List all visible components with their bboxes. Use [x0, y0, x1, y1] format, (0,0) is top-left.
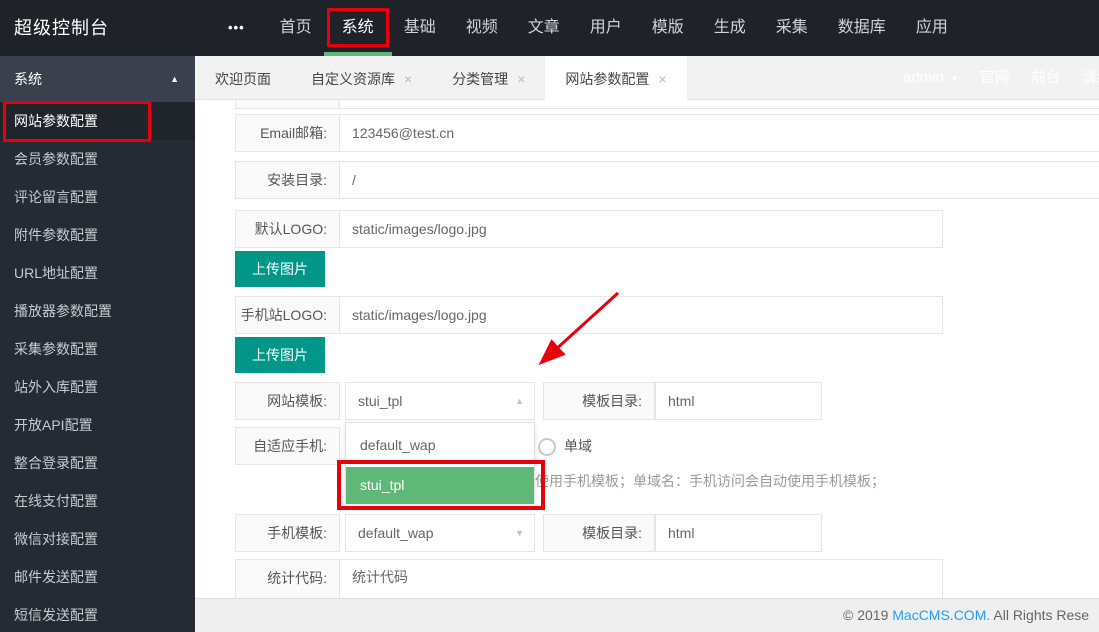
footer: © 2019 MacCMS.COM. All Rights Rese — [195, 598, 1099, 632]
form-panel: Email邮箱: 123456@test.cn 安装目录: / 默认LOGO: … — [195, 71, 1099, 632]
select-arrow-down-icon: ▼ — [515, 528, 524, 538]
adaptive-help-text: 使用手机模板；单域名：手机访问会自动使用手机模板； — [535, 473, 885, 489]
link-official-site[interactable]: 官网 — [980, 56, 1010, 100]
active-underline — [323, 52, 392, 56]
mobile-template-label: 手机模板: — [235, 514, 340, 552]
sidebar-item-comment-config[interactable]: 评论留言配置 — [0, 178, 195, 216]
adaptive-mobile-label: 自适应手机: — [235, 427, 340, 465]
chevron-up-icon: ▲ — [170, 74, 179, 84]
mobile-logo-label: 手机站LOGO: — [235, 296, 340, 334]
tab-custom-resource[interactable]: 自定义资源库 × — [291, 56, 432, 101]
maccms-link[interactable]: MacCMS.COM. — [892, 607, 990, 623]
sidebar-item-payment-config[interactable]: 在线支付配置 — [0, 482, 195, 520]
copyright-suffix: All Rights Rese — [990, 607, 1090, 623]
mobile-template-select[interactable]: default_wap ▼ — [345, 514, 535, 552]
close-icon[interactable]: × — [658, 72, 666, 86]
link-clear-cache[interactable]: 清缓存 — [1082, 56, 1099, 100]
nav-item-database[interactable]: 数据库 — [823, 0, 901, 56]
upload-image-button[interactable]: 上传图片 — [235, 337, 325, 373]
close-icon[interactable]: × — [404, 72, 412, 86]
default-logo-label: 默认LOGO: — [235, 210, 340, 248]
sidebar-item-login-config[interactable]: 整合登录配置 — [0, 444, 195, 482]
sidebar-group-label: 系统 — [14, 71, 42, 87]
user-dropdown[interactable]: admin ▼ — [903, 56, 959, 100]
nav-item-app[interactable]: 应用 — [901, 0, 963, 56]
select-value: stui_tpl — [358, 393, 403, 409]
nav-item-collect[interactable]: 采集 — [761, 0, 823, 56]
template-dir-label: 模板目录: — [543, 382, 655, 420]
copyright-text: © 2019 MacCMS.COM. All Rights Rese — [843, 599, 1089, 632]
username: admin — [903, 69, 944, 86]
template-dropdown-panel: default_wap stui_tpl — [345, 422, 535, 504]
select-value: default_wap — [358, 525, 434, 541]
link-front-site[interactable]: 前台 — [1031, 56, 1061, 100]
sidebar-item-wechat-config[interactable]: 微信对接配置 — [0, 520, 195, 558]
user-menu: admin ▼ 官网 前台 清缓存 — [903, 56, 1099, 100]
top-nav: ••• 首页 系统 基础 视频 文章 用户 模版 生成 采集 数据库 应用 — [218, 0, 963, 56]
tab-category-manage[interactable]: 分类管理 × — [432, 56, 545, 101]
nav-item-user[interactable]: 用户 — [575, 0, 637, 56]
annotation-box-icon — [3, 101, 151, 142]
tab-label: 自定义资源库 — [311, 70, 395, 87]
annotation-box-icon — [326, 8, 389, 47]
chevron-down-icon: ▼ — [949, 74, 959, 84]
nav-item-video[interactable]: 视频 — [451, 0, 513, 56]
dropdown-option-stui-tpl[interactable]: stui_tpl — [346, 467, 534, 504]
default-logo-field[interactable]: static/images/logo.jpg — [339, 210, 943, 248]
mobile-logo-field[interactable]: static/images/logo.jpg — [339, 296, 943, 334]
email-field[interactable]: 123456@test.cn — [339, 114, 1099, 152]
upload-image-button[interactable]: 上传图片 — [235, 251, 325, 287]
more-icon[interactable]: ••• — [218, 0, 255, 56]
close-icon[interactable]: × — [517, 72, 525, 86]
sidebar-item-member-config[interactable]: 会员参数配置 — [0, 140, 195, 178]
sidebar-item-player-config[interactable]: 播放器参数配置 — [0, 292, 195, 330]
tab-label: 网站参数配置 — [565, 70, 650, 87]
nav-item-generate[interactable]: 生成 — [699, 0, 761, 56]
tab-label: 分类管理 — [452, 70, 509, 87]
template-dir-field-2[interactable]: html — [655, 514, 822, 552]
radio-single-domain[interactable] — [538, 438, 556, 456]
select-arrow-up-icon: ▲ — [515, 396, 524, 406]
install-dir-label: 安装目录: — [235, 161, 340, 199]
radio-single-domain-label: 单域 — [564, 438, 592, 454]
admin-page: 超级控制台 ••• 首页 系统 基础 视频 文章 用户 模版 生成 采集 数据库… — [0, 0, 1099, 632]
nav-item-template[interactable]: 模版 — [637, 0, 699, 56]
tab-welcome[interactable]: 欢迎页面 — [195, 56, 291, 101]
install-dir-field[interactable]: / — [339, 161, 1099, 199]
site-template-select[interactable]: stui_tpl ▲ — [345, 382, 535, 420]
sidebar-item-api-config[interactable]: 开放API配置 — [0, 406, 195, 444]
tab-label: 欢迎页面 — [215, 70, 271, 87]
nav-item-home[interactable]: 首页 — [265, 0, 327, 56]
sidebar-item-collect-config[interactable]: 采集参数配置 — [0, 330, 195, 368]
sidebar-item-external-config[interactable]: 站外入库配置 — [0, 368, 195, 406]
tab-site-config[interactable]: 网站参数配置 × — [545, 56, 687, 101]
sidebar-group-system[interactable]: 系统 ▲ — [0, 56, 195, 102]
site-template-label: 网站模板: — [235, 382, 340, 420]
top-header: 超级控制台 ••• 首页 系统 基础 视频 文章 用户 模版 生成 采集 数据库… — [0, 0, 1099, 56]
sidebar-item-mail-config[interactable]: 邮件发送配置 — [0, 558, 195, 596]
template-dir-field[interactable]: html — [655, 382, 822, 420]
sidebar-item-attachment-config[interactable]: 附件参数配置 — [0, 216, 195, 254]
sidebar-item-url-config[interactable]: URL地址配置 — [0, 254, 195, 292]
email-label: Email邮箱: — [235, 114, 340, 152]
sidebar-item-site-config[interactable]: 网站参数配置 — [0, 101, 195, 142]
tab-bar: 欢迎页面 自定义资源库 × 分类管理 × 网站参数配置 × admin ▼ 官网 … — [195, 56, 1099, 101]
sidebar-item-sms-config[interactable]: 短信发送配置 — [0, 596, 195, 632]
sidebar: 系统 ▲ 网站参数配置 会员参数配置 评论留言配置 附件参数配置 URL地址配置… — [0, 56, 195, 632]
copyright-prefix: © 2019 — [843, 607, 893, 623]
template-dir-label-2: 模板目录: — [543, 514, 655, 552]
app-title[interactable]: 超级控制台 — [14, 0, 109, 56]
nav-item-system[interactable]: 系统 — [323, 0, 392, 56]
dropdown-option-default-wap[interactable]: default_wap — [346, 423, 534, 467]
nav-item-basic[interactable]: 基础 — [389, 0, 451, 56]
nav-item-article[interactable]: 文章 — [513, 0, 575, 56]
